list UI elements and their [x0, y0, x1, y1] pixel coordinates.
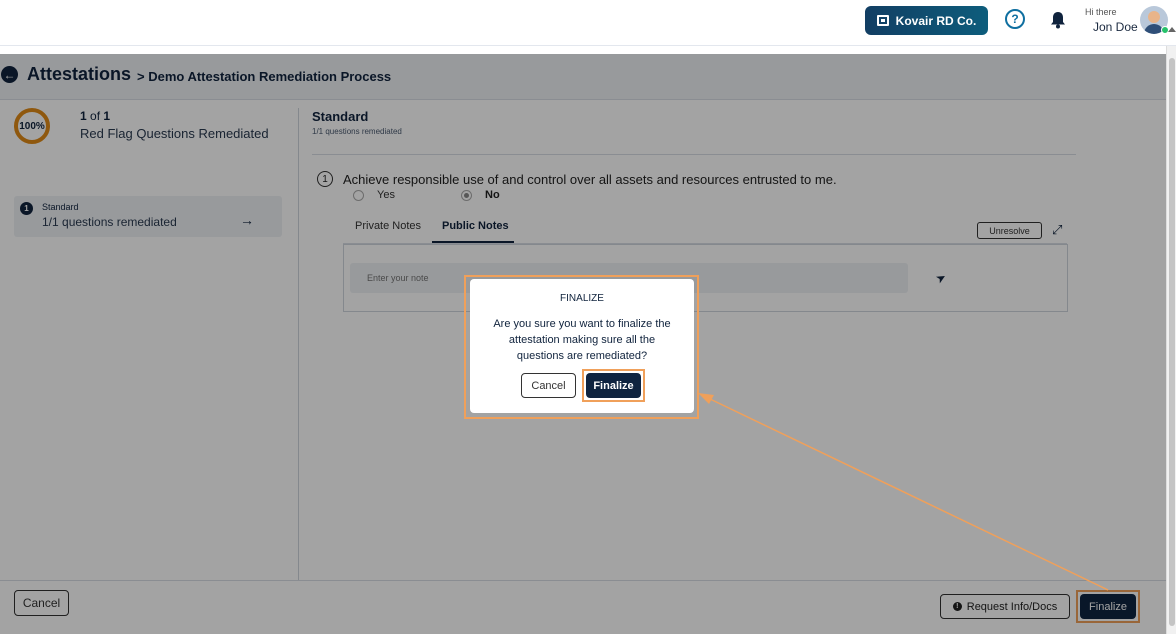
scroll-up-icon[interactable]: [1168, 27, 1176, 32]
top-bar: Kovair RD Co. ? Hi there Jon Doe: [0, 0, 1176, 46]
company-name: Kovair RD Co.: [895, 13, 977, 28]
help-icon[interactable]: ?: [1005, 9, 1025, 29]
finalize-dialog: FINALIZE Are you sure you want to finali…: [470, 279, 694, 413]
scrollbar-thumb[interactable]: [1169, 58, 1175, 626]
user-name: Jon Doe: [1093, 20, 1138, 34]
greeting-text: Hi there: [1085, 7, 1117, 17]
dialog-message: Are you sure you want to finalize the at…: [493, 318, 671, 362]
building-icon: [876, 15, 889, 26]
company-switcher-button[interactable]: Kovair RD Co.: [865, 6, 988, 35]
dialog-finalize-button[interactable]: Finalize: [586, 373, 641, 398]
dialog-title: FINALIZE: [560, 293, 604, 304]
notification-bell-icon[interactable]: [1050, 11, 1066, 29]
dialog-cancel-button[interactable]: Cancel: [521, 373, 576, 398]
page-scrollbar[interactable]: [1166, 46, 1176, 634]
